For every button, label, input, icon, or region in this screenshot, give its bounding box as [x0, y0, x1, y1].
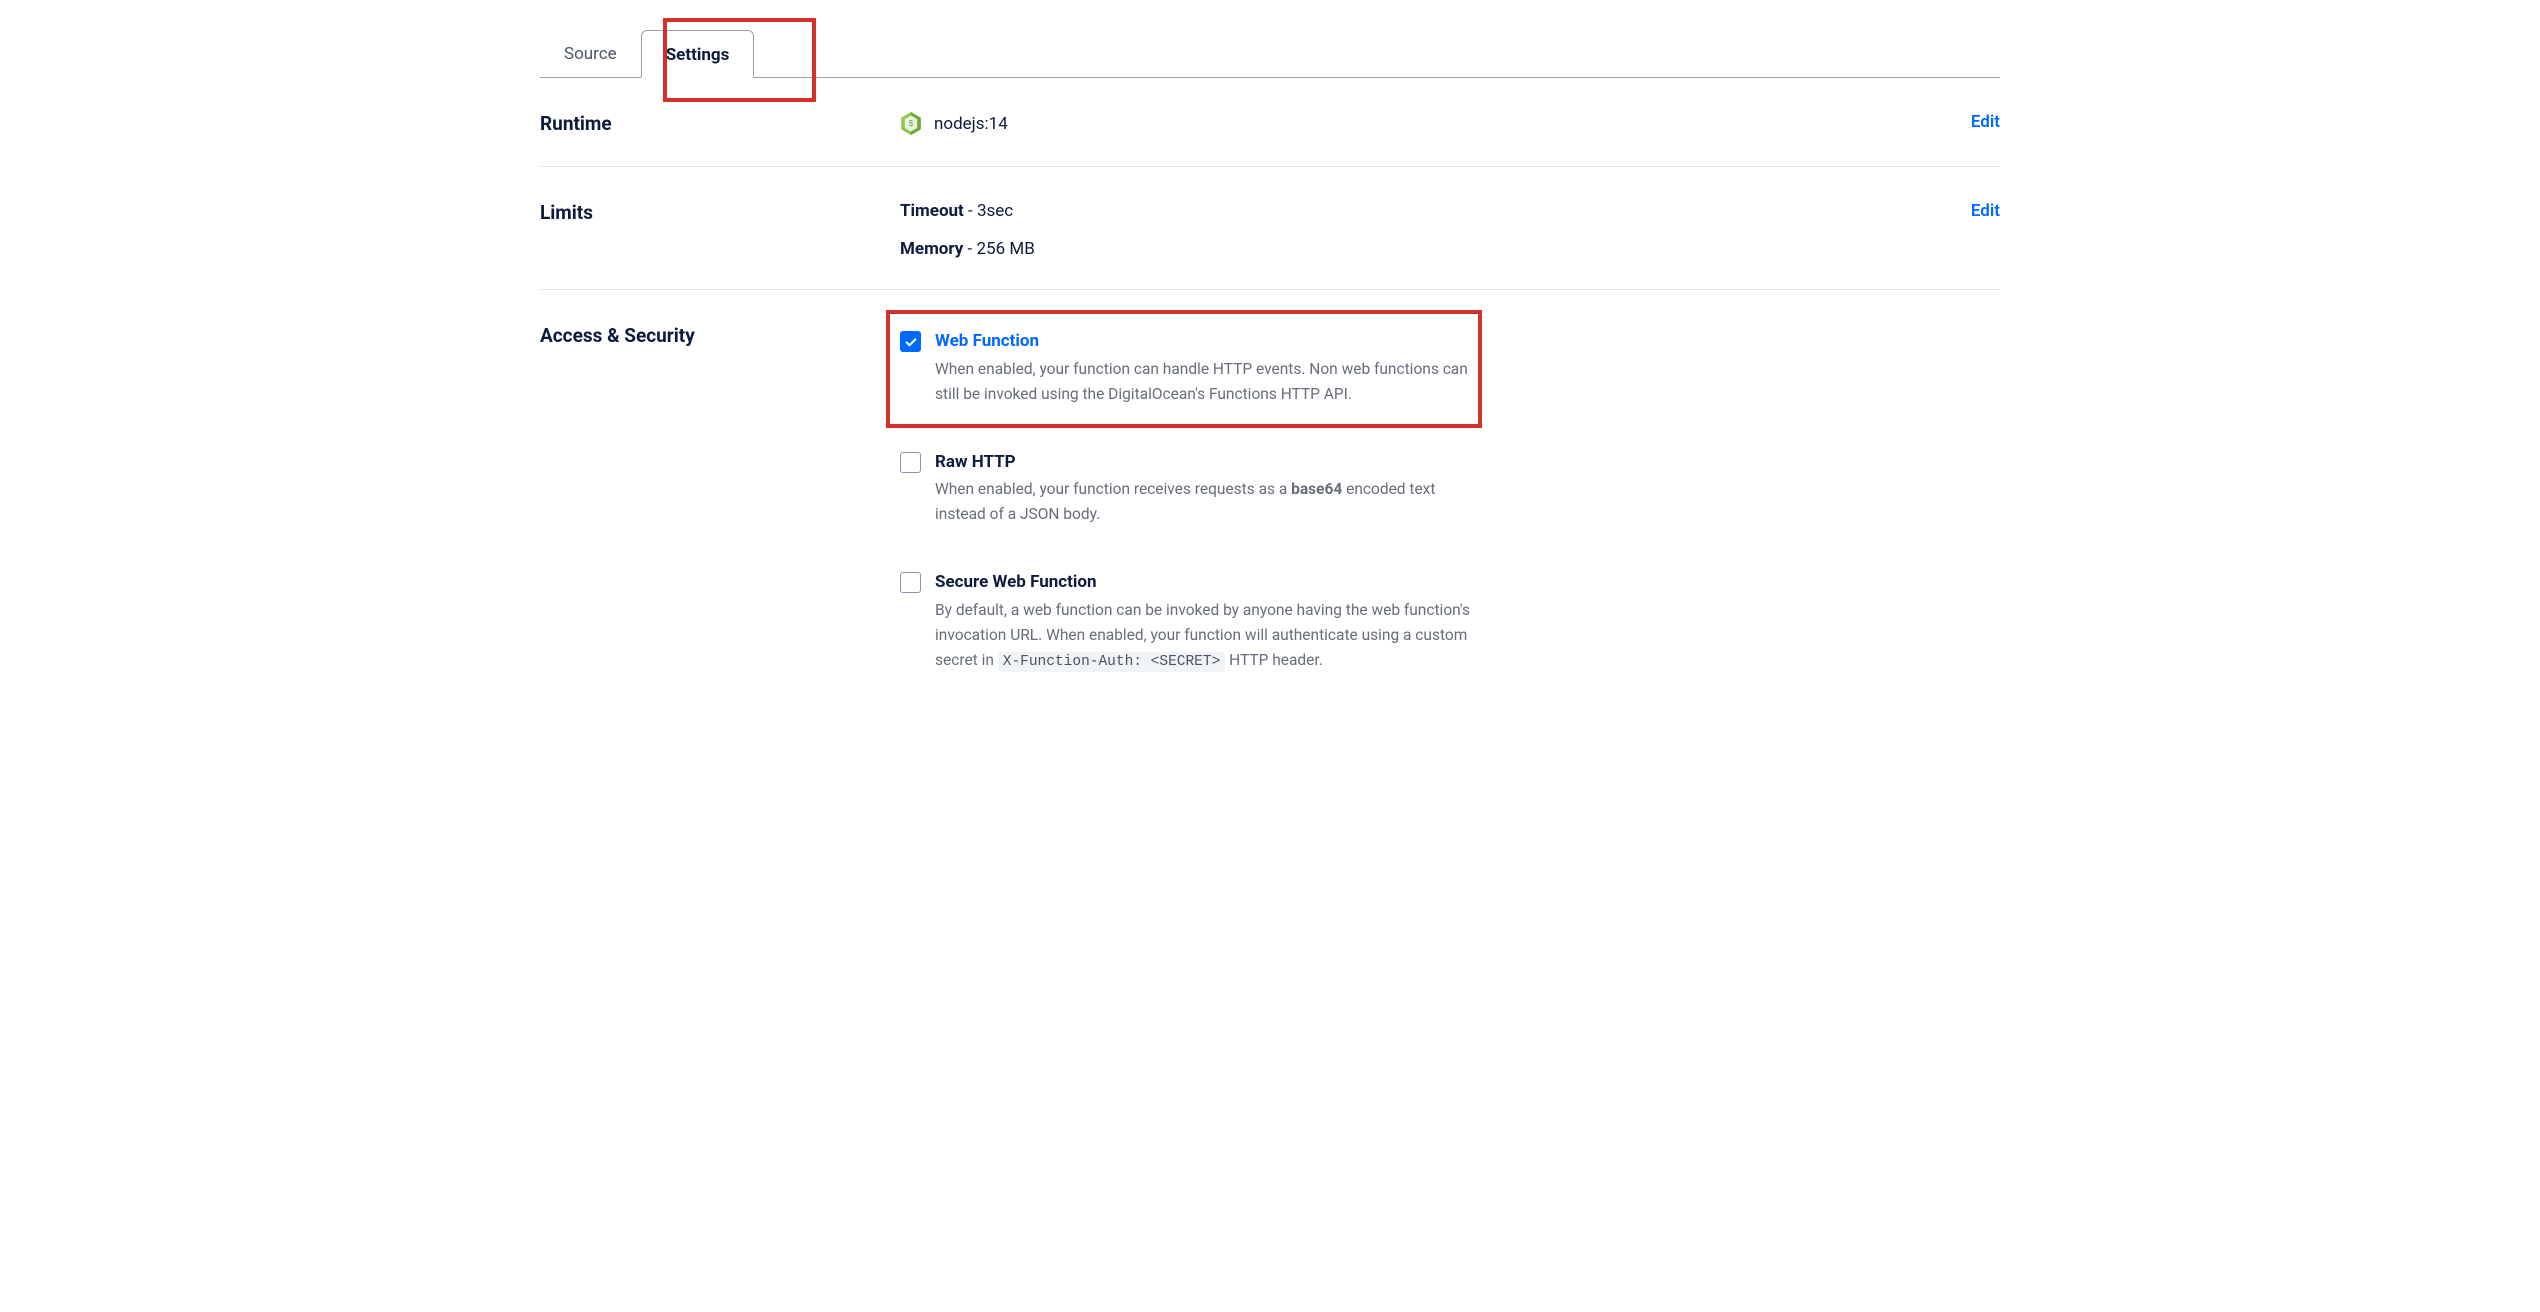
tab-source[interactable]: Source: [540, 30, 641, 77]
runtime-value: nodejs:14: [934, 114, 1008, 134]
web-function-desc: When enabled, your function can handle H…: [935, 357, 1482, 407]
tab-bar: Source Settings: [540, 30, 2000, 78]
option-secure-web-function: Secure Web Function By default, a web fu…: [900, 565, 1490, 680]
limit-timeout: Timeout - 3sec: [900, 201, 1971, 221]
option-raw-http: Raw HTTP When enabled, your function rec…: [900, 445, 1490, 534]
edit-runtime-link[interactable]: Edit: [1971, 112, 2000, 132]
checkbox-web-function[interactable]: [900, 331, 921, 352]
runtime-label: Runtime: [540, 112, 900, 136]
raw-http-desc: When enabled, your function receives req…: [935, 477, 1482, 527]
limits-label: Limits: [540, 201, 900, 259]
limit-memory: Memory - 256 MB: [900, 239, 1971, 259]
edit-limits-link[interactable]: Edit: [1971, 201, 2000, 221]
access-label: Access & Security: [540, 324, 900, 680]
section-access-security: Access & Security Web Function When enab…: [540, 290, 2000, 710]
checkbox-secure-web-function[interactable]: [900, 572, 921, 593]
web-function-title[interactable]: Web Function: [935, 330, 1482, 353]
nodejs-icon: [900, 112, 922, 136]
secure-web-function-desc: By default, a web function can be invoke…: [935, 598, 1482, 674]
secure-web-function-title: Secure Web Function: [935, 571, 1482, 594]
checkbox-raw-http[interactable]: [900, 452, 921, 473]
tab-settings[interactable]: Settings: [641, 30, 755, 78]
raw-http-title: Raw HTTP: [935, 451, 1482, 474]
option-web-function: Web Function When enabled, your function…: [900, 324, 1490, 413]
section-limits: Limits Timeout - 3sec Memory - 256 MB Ed…: [540, 167, 2000, 290]
section-runtime: Runtime nodejs:14 Edit: [540, 78, 2000, 167]
